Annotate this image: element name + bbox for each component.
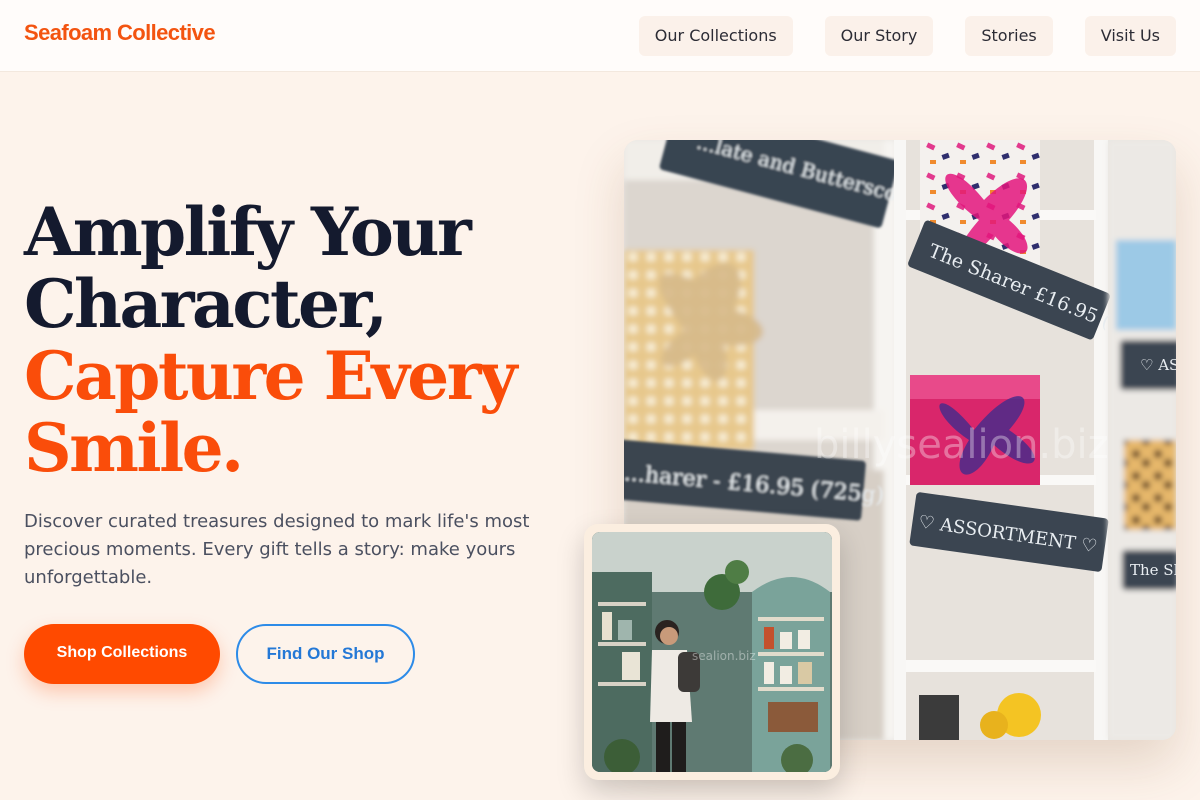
- sign-text-5: ♡ AS...: [1140, 356, 1176, 374]
- hero-title-line-3: Capture Every: [24, 337, 517, 415]
- brand-logo[interactable]: Seafoam Collective: [24, 20, 216, 46]
- hero-title-line-2: Character,: [24, 265, 388, 343]
- find-our-shop-button[interactable]: Find Our Shop: [236, 624, 415, 684]
- inset-watermark: sealion.biz: [692, 649, 756, 663]
- photo-watermark: billysealion.biz: [814, 422, 1109, 468]
- shop-interior-illustration: sealion.biz: [592, 532, 832, 772]
- site-header: Seafoam Collective Our Collections Our S…: [0, 0, 1200, 72]
- nav-item-our-story[interactable]: Our Story: [824, 16, 934, 56]
- hero-title-line-4: Smile.: [24, 409, 244, 487]
- nav-item-visit-us[interactable]: Visit Us: [1084, 16, 1176, 56]
- nav-item-collections[interactable]: Our Collections: [638, 16, 793, 56]
- nav-item-stories[interactable]: Stories: [965, 16, 1053, 56]
- hero-inset-photo: sealion.biz: [584, 524, 840, 780]
- hero-title: Amplify Your Character, Capture Every Sm…: [24, 196, 584, 484]
- hero-subtitle: Discover curated treasures designed to m…: [24, 511, 530, 588]
- shop-collections-button[interactable]: Shop Collections: [24, 624, 220, 684]
- main-nav: Our Collections Our Story Stories Visit …: [638, 16, 1176, 56]
- hero-title-line-1: Amplify Your: [24, 193, 472, 271]
- sign-text-6: The Sh...: [1130, 561, 1176, 579]
